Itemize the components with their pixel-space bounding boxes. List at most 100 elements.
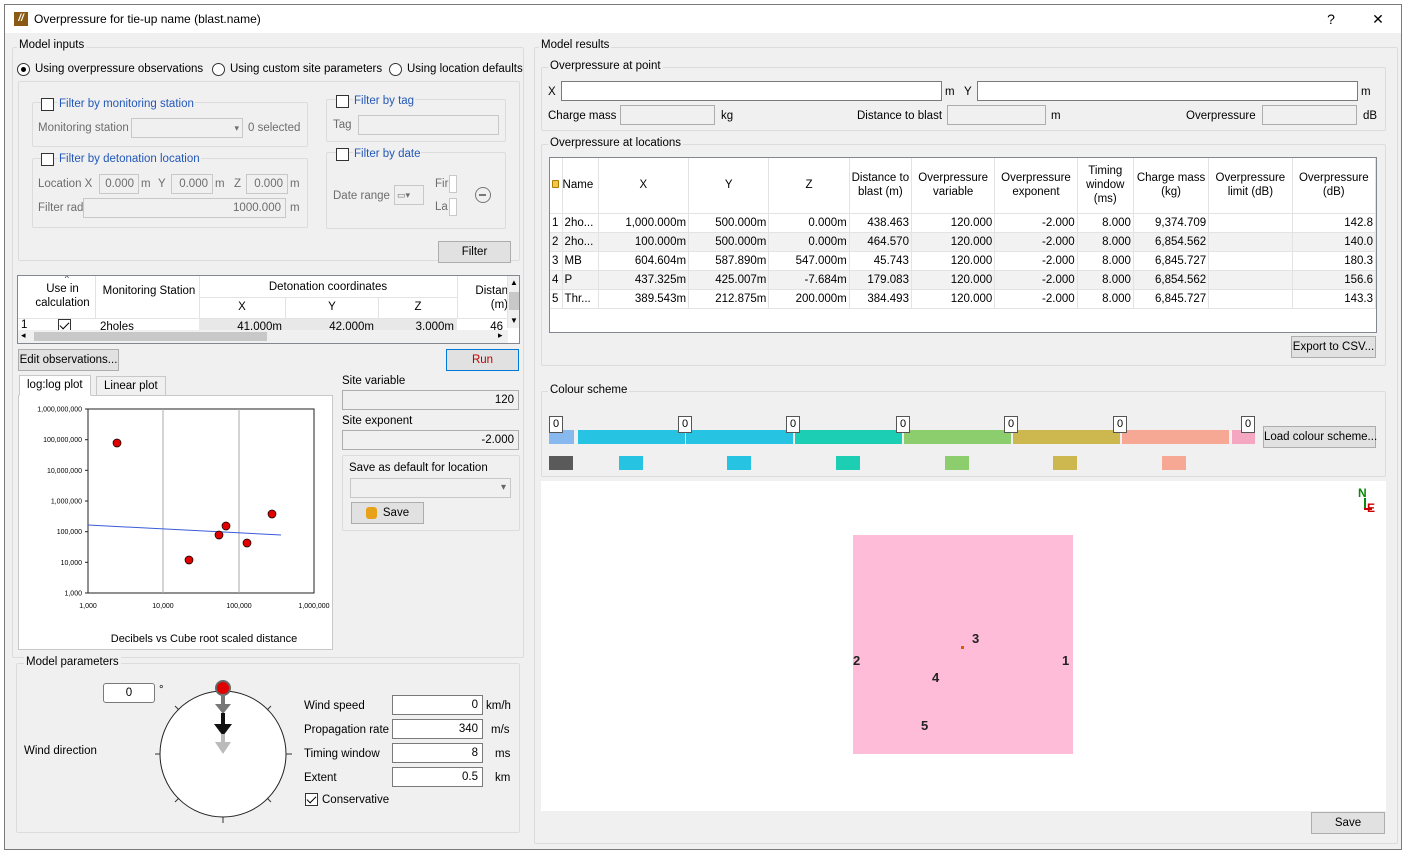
- help-button[interactable]: ?: [1318, 9, 1344, 29]
- map-point-2[interactable]: 2: [853, 653, 860, 668]
- threshold-input[interactable]: 0: [549, 416, 563, 433]
- colour-band[interactable]: [795, 430, 902, 444]
- monitoring-station-label: Monitoring station: [38, 122, 129, 134]
- table-row[interactable]: 1 2ho... 1,000.000m 500.000m 0.000m 438.463 12…: [550, 213, 1376, 233]
- save-default-button[interactable]: Save: [351, 502, 424, 524]
- location-x-input[interactable]: 0.000: [99, 174, 139, 194]
- table-row[interactable]: 3 MB 604.604m 587.890m 547.000m 45.743 120.000…: [550, 251, 1376, 271]
- location-y-input[interactable]: 0.000: [171, 174, 213, 194]
- filter-station-checkbox[interactable]: [41, 98, 54, 111]
- col-op-db[interactable]: Overpressure (dB): [1292, 158, 1376, 214]
- map-view[interactable]: N E 1 2 3 4 5: [541, 481, 1386, 811]
- col-op-limit[interactable]: Overpressure limit (dB): [1208, 158, 1293, 214]
- radio-location-defaults[interactable]: [389, 63, 402, 76]
- conservative-checkbox[interactable]: [305, 793, 318, 806]
- col-op-exponent[interactable]: Overpressure exponent: [994, 158, 1078, 214]
- threshold-input[interactable]: 0: [1241, 416, 1255, 433]
- tab-log-log-plot[interactable]: log:log plot: [19, 375, 91, 396]
- close-button[interactable]: ✕: [1365, 9, 1391, 29]
- propagation-rate-input[interactable]: 340: [392, 719, 483, 739]
- table-row[interactable]: 4 P 437.325m 425.007m -7.684m 179.083 120.000-…: [550, 270, 1376, 290]
- radio-custom-site[interactable]: [212, 63, 225, 76]
- colour-band[interactable]: [1013, 430, 1120, 444]
- map-point-5[interactable]: 5: [921, 718, 928, 733]
- load-colour-scheme-button[interactable]: Load colour scheme...: [1263, 426, 1377, 448]
- col-name[interactable]: Name: [562, 158, 599, 214]
- map-point-1[interactable]: 1: [1062, 653, 1069, 668]
- edit-observations-button[interactable]: Edit observations...: [18, 349, 119, 371]
- run-button[interactable]: Run: [446, 349, 519, 371]
- filter-detonation-checkbox[interactable]: [41, 153, 54, 166]
- tab-linear-plot[interactable]: Linear plot: [96, 376, 166, 396]
- threshold-input[interactable]: 0: [678, 416, 692, 433]
- cell-exp: -2.000: [994, 270, 1078, 290]
- filter-radius-label: Filter radi: [38, 202, 86, 214]
- colour-band[interactable]: [578, 430, 685, 444]
- results-save-button[interactable]: Save: [1311, 812, 1385, 834]
- date-last-label: La: [435, 201, 448, 213]
- obs-header-z[interactable]: Z: [379, 301, 457, 313]
- obs-vertical-scrollbar[interactable]: ▲ ▼: [507, 276, 519, 328]
- colour-swatch[interactable]: [1162, 456, 1186, 470]
- date-first-input[interactable]: [449, 175, 457, 193]
- colour-swatch[interactable]: [1053, 456, 1077, 470]
- col-x[interactable]: X: [598, 158, 690, 214]
- regression-line: [87, 524, 282, 536]
- wind-speed-input[interactable]: 0: [392, 695, 483, 715]
- obs-header-distance[interactable]: Distan (m): [470, 284, 508, 312]
- monitoring-station-select[interactable]: ▾: [131, 118, 243, 138]
- colour-swatch[interactable]: [945, 456, 969, 470]
- map-point-4[interactable]: 4: [932, 670, 939, 685]
- obs-horizontal-scrollbar[interactable]: ◂ ▸: [18, 330, 508, 343]
- cell-var: 120.000: [911, 289, 996, 309]
- timing-window-input[interactable]: 8: [392, 743, 483, 763]
- point-x-input[interactable]: [561, 81, 942, 101]
- filter-date-checkbox[interactable]: [336, 148, 349, 161]
- colour-band[interactable]: [686, 430, 793, 444]
- location-z-input[interactable]: 0.000: [246, 174, 288, 194]
- obs-header-use[interactable]: Use in calculation: [35, 282, 90, 310]
- filter-button[interactable]: Filter: [438, 241, 511, 263]
- remove-date-icon[interactable]: [475, 187, 491, 203]
- tag-input[interactable]: [358, 115, 499, 135]
- colour-swatch[interactable]: [836, 456, 860, 470]
- extent-input[interactable]: 0.5: [392, 767, 483, 787]
- locations-table-wrap[interactable]: Name X Y Z Distance to blast (m) Overpre…: [549, 157, 1377, 333]
- overpressure-label: Overpressure: [1186, 110, 1256, 122]
- col-charge-mass[interactable]: Charge mass (kg): [1133, 158, 1210, 214]
- wind-direction-input[interactable]: 0: [103, 683, 155, 703]
- date-range-select[interactable]: ▭▾: [394, 185, 424, 205]
- col-timing[interactable]: Timing window (ms): [1077, 158, 1134, 214]
- point-y-input[interactable]: [977, 81, 1358, 101]
- col-op-variable[interactable]: Overpressure variable: [911, 158, 996, 214]
- observations-table[interactable]: Use in calculation ^ Monitoring Station …: [17, 275, 520, 344]
- col-y[interactable]: Y: [688, 158, 770, 214]
- colour-band[interactable]: [1122, 430, 1229, 444]
- radio-observations[interactable]: [17, 63, 30, 76]
- table-row[interactable]: 2 2ho... 100.000m 500.000m 0.000m 464.570 120.…: [550, 232, 1376, 252]
- col-distance[interactable]: Distance to blast (m): [849, 158, 912, 214]
- colour-swatch[interactable]: [619, 456, 643, 470]
- threshold-input[interactable]: 0: [1004, 416, 1018, 433]
- filter-tag-checkbox[interactable]: [336, 95, 349, 108]
- colour-band[interactable]: [904, 430, 1011, 444]
- export-csv-button[interactable]: Export to CSV...: [1291, 336, 1376, 358]
- wind-direction-dial[interactable]: [155, 678, 293, 826]
- colour-swatch[interactable]: [727, 456, 751, 470]
- threshold-input[interactable]: 0: [896, 416, 910, 433]
- cell-op: 143.3: [1292, 289, 1376, 309]
- obs-header-y[interactable]: Y: [286, 301, 378, 313]
- col-z[interactable]: Z: [768, 158, 850, 214]
- threshold-input[interactable]: 0: [786, 416, 800, 433]
- colour-swatch[interactable]: [549, 456, 573, 470]
- filter-radius-input[interactable]: 1000.000: [83, 198, 286, 218]
- obs-header-x[interactable]: X: [199, 301, 285, 313]
- threshold-input[interactable]: 0: [1113, 416, 1127, 433]
- table-row[interactable]: 5 Thr... 389.543m 212.875m 200.000m 384.493 12…: [550, 289, 1376, 309]
- obs-header-station[interactable]: Monitoring Station: [100, 284, 198, 298]
- date-last-input[interactable]: [449, 198, 457, 216]
- location-default-select[interactable]: ▾: [350, 478, 511, 498]
- map-point-3[interactable]: 3: [972, 631, 979, 646]
- cell-cm: 6,845.727: [1133, 251, 1210, 271]
- cell-name: 2ho...: [562, 213, 599, 233]
